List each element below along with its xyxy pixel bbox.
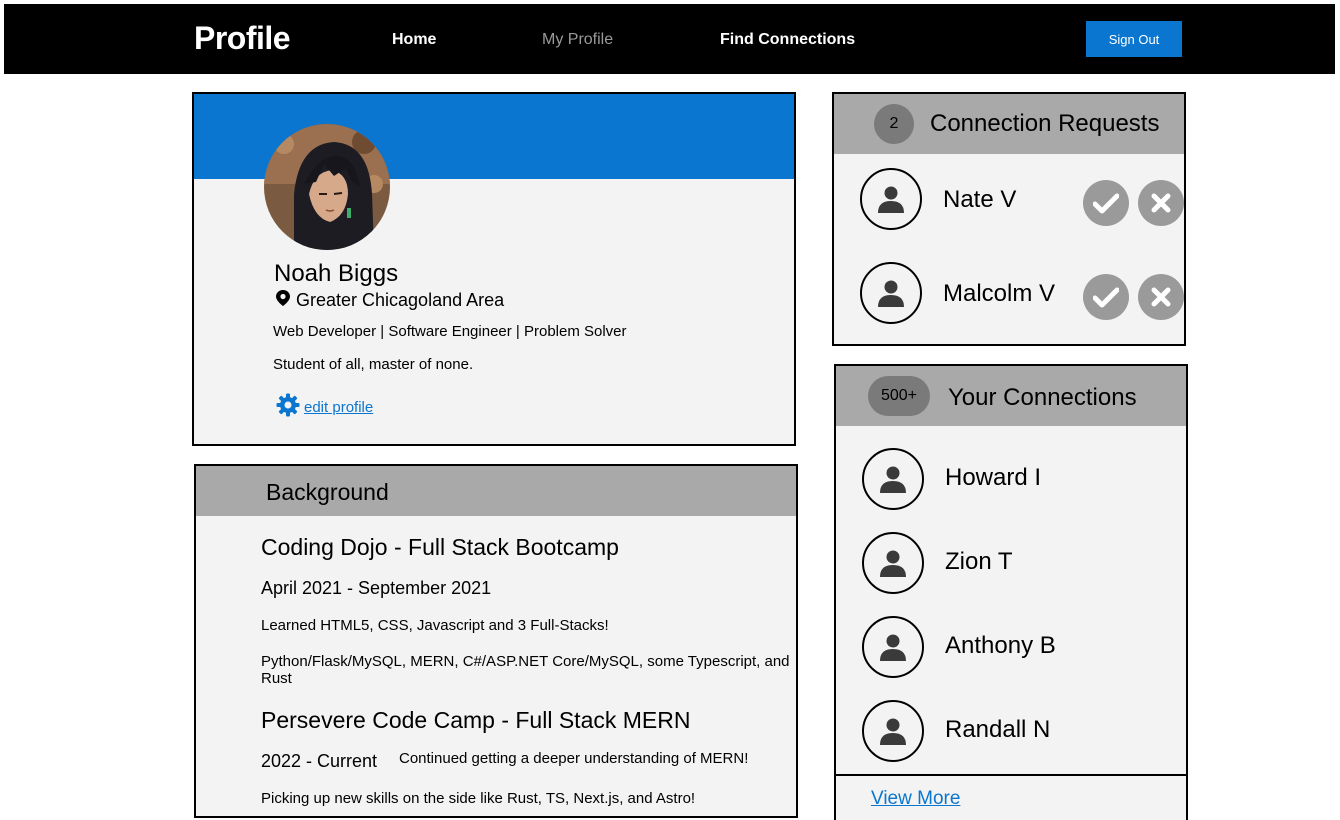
connection-name[interactable]: Randall N <box>945 716 1050 744</box>
decline-icon[interactable] <box>1138 180 1184 226</box>
profile-name: Noah Biggs <box>274 260 399 287</box>
brand-title: Profile <box>194 20 291 56</box>
request-count-badge: 2 <box>874 104 914 144</box>
connection-name[interactable]: Zion T <box>945 548 1013 576</box>
edit-profile-link[interactable]: edit profile <box>304 399 373 416</box>
request-name[interactable]: Malcolm V <box>943 280 1055 308</box>
education-dates: April 2021 - September 2021 <box>261 578 492 598</box>
connections-title: Your Connections <box>948 384 1137 411</box>
profile-bio: Student of all, master of none. <box>273 356 474 373</box>
view-more-bar: View More <box>836 774 1186 820</box>
request-name[interactable]: Nate V <box>943 186 1016 214</box>
education-description: Picking up new skills on the side like R… <box>261 790 696 807</box>
profile-card: Noah Biggs Greater Chicagoland Area Web … <box>192 92 796 446</box>
top-navbar: Profile Home My Profile Find Connections… <box>4 4 1335 74</box>
user-icon <box>880 634 906 661</box>
user-icon <box>880 718 906 745</box>
profile-photo-illustration <box>264 124 390 250</box>
avatar[interactable] <box>862 616 924 678</box>
avatar[interactable] <box>860 262 922 324</box>
profile-headline: Web Developer | Software Engineer | Prob… <box>273 323 627 340</box>
education-description: Python/Flask/MySQL, MERN, C#/ASP.NET Cor… <box>261 653 790 687</box>
decline-icon[interactable] <box>1138 274 1184 320</box>
avatar[interactable] <box>862 532 924 594</box>
nav-find-connections-link[interactable]: Find Connections <box>720 31 855 49</box>
user-icon <box>878 186 904 213</box>
education-title: Coding Dojo - Full Stack Bootcamp <box>261 534 619 560</box>
profile-location: Greater Chicagoland Area <box>276 290 504 311</box>
user-icon <box>878 280 904 307</box>
connections-header: 500+ Your Connections <box>836 366 1186 426</box>
connection-requests-header: 2 Connection Requests <box>834 94 1184 154</box>
education-description: Continued getting a deeper understanding… <box>399 750 749 767</box>
user-icon <box>880 466 906 493</box>
connection-count-badge: 500+ <box>868 376 930 416</box>
gear-icon[interactable] <box>276 393 300 422</box>
avatar[interactable] <box>862 448 924 510</box>
connections-card: 500+ Your Connections Howard I Zion T An… <box>834 364 1188 820</box>
accept-icon[interactable] <box>1083 274 1129 320</box>
connection-requests-title: Connection Requests <box>930 110 1160 137</box>
background-title: Background <box>266 479 389 505</box>
user-icon <box>880 550 906 577</box>
sign-out-button[interactable]: Sign Out <box>1086 21 1182 57</box>
location-pin-icon <box>276 290 290 311</box>
background-header: Background <box>196 466 796 516</box>
avatar[interactable] <box>862 700 924 762</box>
profile-avatar <box>264 124 390 250</box>
nav-my-profile-link[interactable]: My Profile <box>542 31 613 49</box>
accept-icon[interactable] <box>1083 180 1129 226</box>
view-more-link[interactable]: View More <box>871 788 960 810</box>
avatar[interactable] <box>860 168 922 230</box>
connection-name[interactable]: Anthony B <box>945 632 1056 660</box>
connection-requests-card: 2 Connection Requests Nate V Malcolm V <box>832 92 1186 346</box>
education-title: Persevere Code Camp - Full Stack MERN <box>261 707 691 733</box>
location-text: Greater Chicagoland Area <box>296 290 505 310</box>
education-description: Learned HTML5, CSS, Javascript and 3 Ful… <box>261 617 609 634</box>
background-card: Background Coding Dojo - Full Stack Boot… <box>194 464 798 818</box>
nav-home-link[interactable]: Home <box>392 31 436 49</box>
education-dates: 2022 - Current <box>261 751 378 771</box>
connection-name[interactable]: Howard I <box>945 464 1041 492</box>
edit-profile-row[interactable]: edit profile <box>276 393 373 422</box>
